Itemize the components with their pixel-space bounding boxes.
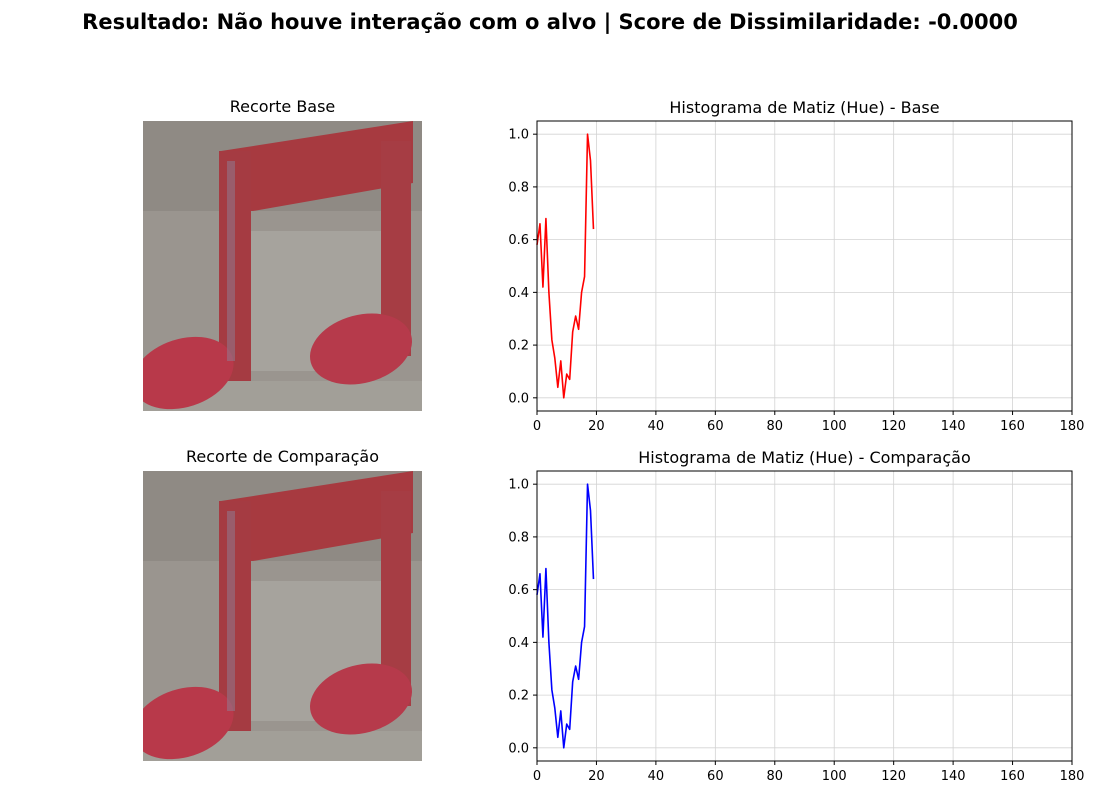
base-image-title: Recorte Base [229, 97, 336, 116]
chart-title: Histograma de Matiz (Hue) - Base [669, 98, 939, 117]
x-tick-label: 60 [707, 419, 724, 434]
y-tick-label: 1.0 [508, 128, 529, 143]
plot-frame [536, 470, 1073, 762]
hue-histogram-comparison-chart: Histograma de Matiz (Hue) - Comparação 0 2… [508, 448, 1085, 784]
x-tick-label: 120 [881, 419, 906, 434]
y-tick-label: 0.4 [508, 286, 529, 301]
x-tick-label: 180 [1060, 419, 1085, 434]
base-crop-image [143, 121, 422, 411]
x-tick-label: 140 [941, 769, 966, 784]
y-tick-label: 0.6 [508, 233, 529, 248]
y-tick-label: 0.0 [508, 391, 529, 406]
y-tick-label: 0.8 [508, 180, 529, 195]
series-line [536, 133, 595, 399]
music-note-image [143, 471, 422, 761]
x-tick-label: 80 [767, 419, 784, 434]
x-tick-label: 100 [822, 419, 847, 434]
x-tick-label: 160 [1000, 769, 1025, 784]
comparison-crop-image [143, 471, 422, 761]
figure-title: Resultado: Não houve interação com o alv… [82, 10, 1018, 34]
x-tick-label: 20 [588, 769, 605, 784]
music-note-image [143, 121, 422, 411]
y-tick-label: 0.4 [508, 636, 529, 651]
plot-frame [536, 120, 1073, 412]
x-tick-label: 80 [767, 769, 784, 784]
x-tick-label: 0 [533, 769, 541, 784]
x-tick-label: 60 [707, 769, 724, 784]
x-tick-label: 40 [648, 419, 665, 434]
x-tick-label: 100 [822, 769, 847, 784]
series-line [536, 483, 595, 749]
hue-histogram-base-chart: Histograma de Matiz (Hue) - Base 0 20 40 60 8… [508, 98, 1085, 434]
y-tick-label: 0.0 [508, 741, 529, 756]
x-tick-label: 180 [1060, 769, 1085, 784]
x-tick-label: 40 [648, 769, 665, 784]
y-tick-label: 0.2 [508, 689, 529, 704]
x-tick-label: 0 [533, 419, 541, 434]
y-tick-label: 0.2 [508, 339, 529, 354]
x-tick-label: 20 [588, 419, 605, 434]
y-tick-label: 0.8 [508, 530, 529, 545]
y-tick-label: 0.6 [508, 583, 529, 598]
x-tick-label: 120 [881, 769, 906, 784]
chart-title: Histograma de Matiz (Hue) - Comparação [638, 448, 971, 467]
x-tick-label: 160 [1000, 419, 1025, 434]
comparison-image-title: Recorte de Comparação [186, 447, 379, 466]
y-tick-label: 1.0 [508, 478, 529, 493]
x-tick-label: 140 [941, 419, 966, 434]
